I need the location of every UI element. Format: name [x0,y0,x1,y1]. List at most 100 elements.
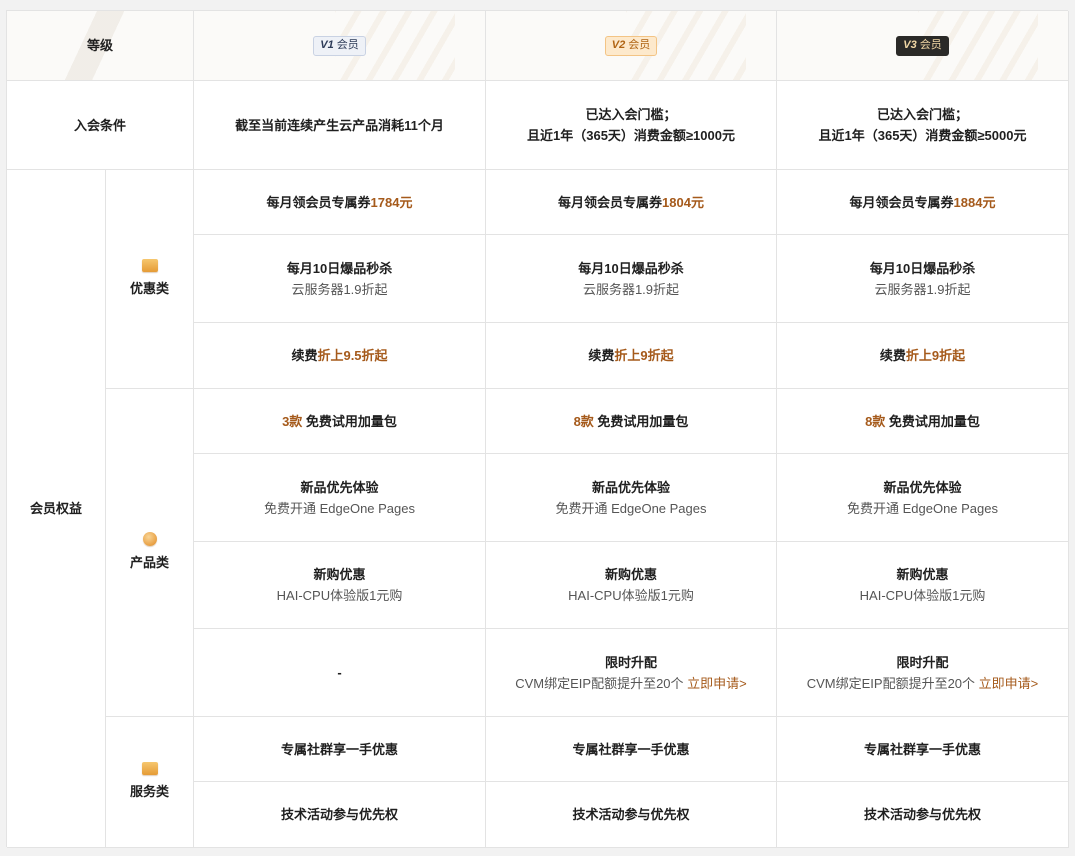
v2-condition-line1: 已达入会门槛； [585,107,677,122]
v1-renewal-cell: 续费折上9.5折起 [194,323,486,389]
v2-new-purchase-cell: 新购优惠 HAI-CPU体验版1元购 [486,542,777,629]
v2-condition-line2: 且近1年（365天）消费金额≥1000元 [527,128,735,143]
new-product-sub: 免费开通 EdgeOne Pages [555,500,707,516]
v2-upgrade-cell: 限时升配 CVM绑定EIP配额提升至20个 立即申请> [486,629,777,717]
v3-coupon-text: 每月领会员专属券1884元 [850,192,996,213]
flash-sale-title: 每月10日爆品秒杀 [286,260,393,276]
tech-events-text: 技术活动参与优先权 [572,807,690,822]
coupon-icon [141,259,158,272]
flash-sale-sub: 云服务器1.9折起 [874,281,971,297]
tier-v2-header: V2 会员 [486,11,777,81]
new-purchase-sub: HAI-CPU体验版1元购 [859,588,986,603]
v3-trial-pack-cell: 8款 免费试用加量包 [777,389,1069,454]
renewal-prefix: 续费 [588,348,615,363]
trial-pack-suffix: 免费试用加量包 [597,413,689,429]
community-text: 专属社群享一手优惠 [280,741,398,757]
conditions-label: 入会条件 [73,117,126,133]
v1-trial-pack-cell: 3款 免费试用加量包 [194,389,486,454]
category-product-label: 产品类 [129,555,169,570]
new-purchase-sub: HAI-CPU体验版1元购 [276,588,403,603]
upgrade-sub: CVM绑定EIP配额提升至20个 [515,675,684,691]
benefits-label-cell: 会员权益 [7,170,106,848]
v1-coupon-amount: 1784元 [370,194,413,210]
v2-coupon-text: 每月领会员专属券1804元 [558,192,704,213]
v1-renewal-discount: 折上9.5折起 [317,348,388,363]
v2-coupon-cell: 每月领会员专属券1804元 [486,170,777,235]
tier-v1-header: V1 会员 [194,11,486,81]
new-product-title: 新品优先体验 [883,479,962,495]
new-purchase-title: 新购优惠 [313,567,366,582]
v3-renewal-text: 续费折上9折起 [880,345,965,366]
v2-condition-cell: 已达入会门槛； 且近1年（365天）消费金额≥1000元 [486,81,777,170]
v3-new-product-cell: 新品优先体验 免费开通 EdgeOne Pages [777,454,1069,542]
v3-upgrade-cell: 限时升配 CVM绑定EIP配额提升至20个 立即申请> [777,629,1069,717]
new-product-sub: 免费开通 EdgeOne Pages [846,500,999,516]
v2-tech-events-cell: 技术活动参与优先权 [486,782,777,848]
level-header-cell: 等级 [7,11,194,81]
v3-badge-level: V3 [903,39,917,51]
v2-trial-pack-cell: 8款 免费试用加量包 [486,389,777,454]
coupon-prefix: 每月领会员专属券 [849,194,954,210]
tier-v3-header: V3 会员 [777,11,1069,81]
upgrade-sub-line: CVM绑定EIP配额提升至20个 立即申请> [807,673,1039,694]
v1-tech-events-cell: 技术活动参与优先权 [194,782,486,848]
v2-renewal-cell: 续费折上9折起 [486,323,777,389]
v1-upgrade-empty: - [337,665,342,680]
new-purchase-title: 新购优惠 [896,567,949,582]
v2-renewal-discount: 折上9折起 [614,348,674,363]
v2-badge-level: V2 [611,39,626,51]
upgrade-title: 限时升配 [896,654,949,670]
trial-pack-suffix: 免费试用加量包 [888,413,980,429]
v1-trial-count: 3款 [282,413,303,429]
flash-sale-title: 每月10日爆品秒杀 [869,260,976,276]
v3-coupon-cell: 每月领会员专属券1884元 [777,170,1069,235]
community-text: 专属社群享一手优惠 [572,741,690,757]
v3-trial-count: 8款 [865,413,886,429]
v1-condition-text: 截至当前连续产生云产品消耗11个月 [235,117,444,133]
v1-community-cell: 专属社群享一手优惠 [194,717,486,782]
new-purchase-sub: HAI-CPU体验版1元购 [568,588,694,603]
renewal-prefix: 续费 [879,348,906,363]
level-label: 等级 [86,38,113,53]
benefits-label: 会员权益 [29,501,82,516]
v3-condition-cell: 已达入会门槛； 且近1年（365天）消费金额≥5000元 [777,81,1069,170]
v2-renewal-text: 续费折上9折起 [588,345,673,366]
v2-coupon-amount: 1804元 [662,194,704,210]
v1-condition-cell: 截至当前连续产生云产品消耗11个月 [194,81,486,170]
flash-sale-sub: 云服务器1.9折起 [291,281,388,297]
v2-trial-count: 8款 [573,413,594,429]
v1-upgrade-cell: - [194,629,486,717]
v1-coupon-text: 每月领会员专属券1784元 [267,192,413,213]
v2-trial-pack-text: 8款 免费试用加量包 [574,411,689,432]
product-icon [142,532,157,546]
v3-badge-text: 会员 [919,39,942,51]
v3-flash-sale-cell: 每月10日爆品秒杀 云服务器1.9折起 [777,235,1069,323]
v3-community-cell: 专属社群享一手优惠 [777,717,1069,782]
v3-coupon-amount: 1884元 [953,194,996,210]
service-icon [141,762,158,775]
v2-badge-text: 会员 [628,39,651,51]
new-purchase-title: 新购优惠 [604,567,657,582]
v3-renewal-cell: 续费折上9折起 [777,323,1069,389]
v3-new-purchase-cell: 新购优惠 HAI-CPU体验版1元购 [777,542,1069,629]
v2-apply-now-link[interactable]: 立即申请> [687,676,747,691]
category-discount-cell: 优惠类 [106,170,194,389]
v3-trial-pack-text: 8款 免费试用加量包 [865,411,980,432]
category-service-label: 服务类 [129,784,169,799]
new-product-title: 新品优先体验 [591,479,670,495]
v3-tech-events-cell: 技术活动参与优先权 [777,782,1069,848]
membership-table: 等级 V1 会员 V2 会员 V3 会员 入会条件 截至当前连续产生云产品消耗1… [6,10,1069,848]
v1-coupon-cell: 每月领会员专属券1784元 [194,170,486,235]
tech-events-text: 技术活动参与优先权 [863,807,981,822]
v1-member-badge: V1 会员 [313,35,366,56]
v3-condition-line1: 已达入会门槛； [876,107,968,122]
category-service-cell: 服务类 [106,717,194,848]
coupon-prefix: 每月领会员专属券 [266,194,371,210]
v3-renewal-discount: 折上9折起 [905,348,966,363]
upgrade-title: 限时升配 [604,654,657,670]
v2-member-badge: V2 会员 [604,35,658,56]
renewal-prefix: 续费 [291,348,318,363]
tech-events-text: 技术活动参与优先权 [280,807,398,822]
v3-apply-now-link[interactable]: 立即申请> [979,676,1039,691]
v1-badge-text: 会员 [336,39,359,51]
